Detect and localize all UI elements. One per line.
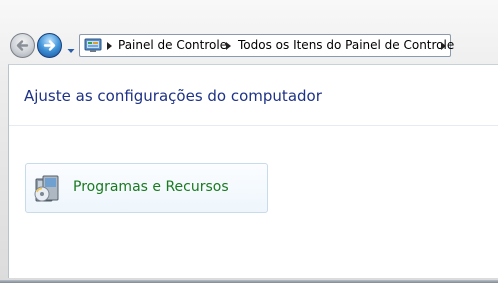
- content-pane: Ajuste as configurações do computador Pr…: [8, 64, 498, 278]
- chevron-down-icon: [67, 49, 75, 53]
- back-button[interactable]: [10, 33, 35, 58]
- page-title: Ajuste as configurações do computador: [24, 87, 322, 105]
- programs-and-features-label[interactable]: Programas e Recursos: [73, 179, 229, 195]
- breadcrumb-painel-de-controle[interactable]: Painel de Controle: [118, 35, 227, 56]
- programs-features-icon: [34, 175, 59, 202]
- nav-buttons: [8, 32, 75, 60]
- programs-and-features-item[interactable]: Programas e Recursos: [25, 163, 268, 213]
- breadcrumb-separator-icon[interactable]: [226, 42, 231, 50]
- recent-pages-button[interactable]: [66, 41, 76, 53]
- breadcrumb-todos-os-itens[interactable]: Todos os Itens do Painel de Controle: [238, 35, 454, 56]
- navigation-bar: Painel de Controle Todos os Itens do Pai…: [0, 30, 498, 64]
- back-arrow-icon: [16, 40, 29, 51]
- breadcrumb-separator-icon[interactable]: [107, 42, 112, 50]
- breadcrumb-separator-icon[interactable]: [441, 42, 446, 50]
- window-frame: Painel de Controle Todos os Itens do Pai…: [0, 0, 498, 283]
- forward-arrow-icon: [43, 40, 56, 51]
- address-bar[interactable]: Painel de Controle Todos os Itens do Pai…: [79, 34, 454, 57]
- divider: [9, 125, 498, 126]
- control-panel-icon: [84, 38, 102, 52]
- forward-button[interactable]: [37, 33, 62, 58]
